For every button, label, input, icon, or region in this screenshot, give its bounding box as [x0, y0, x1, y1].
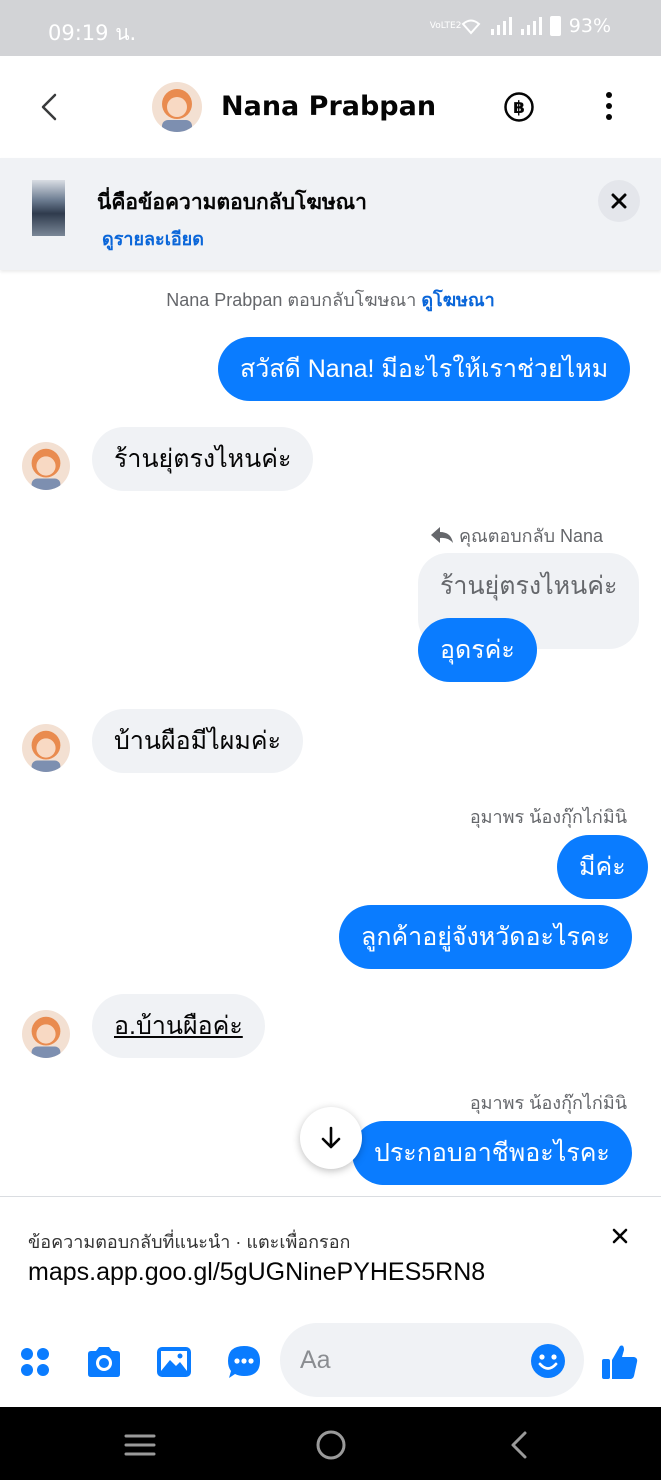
- recent-apps-icon[interactable]: [122, 1427, 158, 1463]
- more-vertical-icon[interactable]: [596, 89, 622, 123]
- status-bar: 09:19 น. VoLTE2 93%: [0, 0, 661, 56]
- ad-details-link[interactable]: ดูรายละเอียด: [102, 224, 204, 253]
- outgoing-message[interactable]: ลูกค้าอยู่จังหวัดอะไรคะ: [339, 905, 633, 969]
- back-arrow-icon[interactable]: [34, 90, 68, 124]
- sender-name: อุมาพร น้องกุ๊กไก่มินิ: [469, 807, 627, 827]
- close-icon[interactable]: [608, 1224, 632, 1248]
- incoming-message[interactable]: ร้านยุ่ตรงไหนค่ะ: [92, 427, 314, 491]
- ad-close-button[interactable]: [598, 180, 640, 222]
- outgoing-message[interactable]: อุดรค่ะ: [418, 618, 537, 682]
- baht-icon[interactable]: ฿: [503, 91, 535, 123]
- chat-bubble-icon[interactable]: [224, 1342, 264, 1382]
- outgoing-message[interactable]: มีค่ะ: [557, 835, 648, 899]
- apps-icon[interactable]: [15, 1342, 55, 1382]
- home-icon[interactable]: [313, 1427, 349, 1463]
- battery-icon: [549, 16, 561, 36]
- contact-avatar-small[interactable]: [22, 724, 70, 772]
- camera-icon[interactable]: [84, 1342, 124, 1382]
- incoming-message[interactable]: บ้านผือมีไผมค่ะ: [92, 709, 303, 773]
- ad-reply-notice-text: Nana Prabpan ตอบกลับโฆษณา: [166, 290, 417, 310]
- arrow-down-icon: [321, 1126, 341, 1149]
- contact-name[interactable]: Nana Prabpan: [221, 91, 436, 122]
- sender-name: อุมาพร น้องกุ๊กไก่มินิ: [469, 1093, 627, 1113]
- incoming-message[interactable]: อ.บ้านผือค่ะ: [92, 994, 265, 1058]
- battery-percent: 93%: [568, 15, 611, 37]
- reply-meta-text: คุณตอบกลับ Nana: [459, 526, 604, 546]
- ad-reply-notice: Nana Prabpan ตอบกลับโฆษณา ดูโฆษณา: [0, 285, 661, 314]
- view-ad-link[interactable]: ดูโฆษณา: [421, 290, 494, 310]
- contact-avatar-small[interactable]: [22, 1010, 70, 1058]
- suggested-reply-label: ข้อความตอบกลับที่แนะนำ · แตะเพื่อกรอก: [28, 1232, 351, 1252]
- divider: [0, 1196, 661, 1197]
- volte-indicator: VoLTE2: [429, 20, 462, 31]
- composer-bar: [0, 1320, 661, 1406]
- chat-header: Nana Prabpan ฿: [0, 56, 661, 158]
- reply-arrow-icon: [431, 527, 453, 543]
- scroll-to-bottom-button[interactable]: [300, 1107, 362, 1169]
- message-input[interactable]: [300, 1323, 520, 1397]
- emoji-icon[interactable]: [530, 1343, 566, 1379]
- message-input-field[interactable]: [280, 1323, 584, 1397]
- ad-reply-banner: นี่คือข้อความตอบกลับโฆษณา ดูรายละเอียด: [0, 158, 661, 270]
- contact-avatar-small[interactable]: [22, 442, 70, 490]
- close-icon: [611, 193, 627, 209]
- outgoing-message[interactable]: ประกอบอาชีพอะไรคะ: [352, 1121, 632, 1185]
- contact-avatar[interactable]: [152, 82, 202, 132]
- signal-icon-1: [490, 17, 512, 35]
- status-time: 09:19 น.: [48, 21, 137, 45]
- suggested-reply-text[interactable]: maps.app.goo.gl/5gUGNinePYHES5RN8: [28, 1258, 485, 1287]
- thumbs-up-icon[interactable]: [601, 1342, 639, 1382]
- status-indicators: VoLTE2 93%: [430, 15, 611, 37]
- gallery-icon[interactable]: [154, 1342, 194, 1382]
- ad-banner-title: นี่คือข้อความตอบกลับโฆษณา: [97, 190, 367, 214]
- ad-thumbnail[interactable]: [32, 180, 65, 236]
- system-back-icon[interactable]: [503, 1427, 539, 1463]
- reply-meta: คุณตอบกลับ Nana: [430, 521, 603, 550]
- svg-text:฿: ฿: [513, 98, 525, 118]
- system-navigation-bar: [0, 1407, 661, 1480]
- signal-icon-2: [520, 17, 542, 35]
- wifi-icon: [461, 19, 481, 35]
- outgoing-message[interactable]: สวัสดี Nana! มีอะไรให้เราช่วยไหม: [218, 337, 631, 401]
